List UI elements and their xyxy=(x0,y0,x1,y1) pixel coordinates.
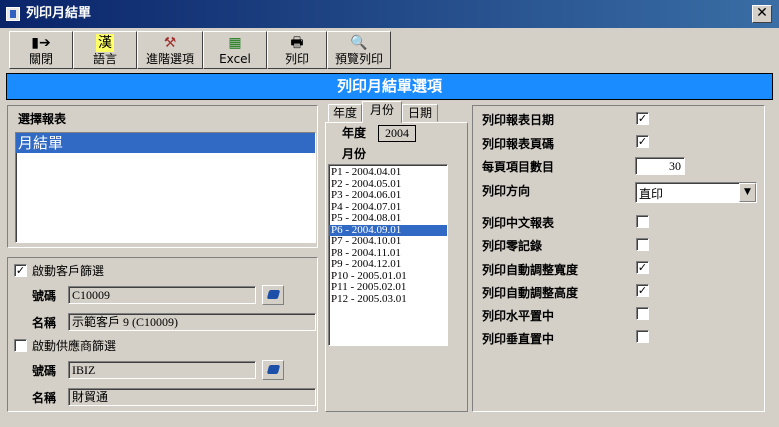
print-button-label: 列印 xyxy=(284,52,309,66)
h-center-checkbox[interactable] xyxy=(636,307,649,320)
zero-records-checkbox[interactable] xyxy=(636,238,649,251)
period-list-item[interactable]: P5 - 2004.08.01 xyxy=(329,212,447,225)
period-list-item[interactable]: P9 - 2004.12.01 xyxy=(329,258,447,271)
tools-icon: ⚒ xyxy=(163,35,177,51)
language-icon: 漢 xyxy=(96,34,114,52)
excel-button-label: Excel xyxy=(219,52,251,66)
close-window-button[interactable]: ✕ xyxy=(752,5,772,23)
year-field[interactable]: 2004 xyxy=(378,125,416,142)
auto-height-checkbox[interactable]: ✓ xyxy=(636,284,649,297)
month-label: 月份 xyxy=(342,147,367,161)
close-icon: ✕ xyxy=(756,5,768,21)
printer-icon: 🖶 xyxy=(290,35,304,51)
language-button[interactable]: 漢 語言 xyxy=(73,31,137,69)
auto-height-label: 列印自動調整高度 xyxy=(482,286,579,300)
supplier-name-label: 名稱 xyxy=(32,391,57,405)
v-center-label: 列印垂直置中 xyxy=(482,332,555,346)
window-title: 列印月結單 xyxy=(26,6,92,21)
items-per-page-field[interactable]: 30 xyxy=(635,157,685,175)
tab-month[interactable]: 月份 xyxy=(362,101,402,123)
title-bar xyxy=(0,0,779,28)
zero-records-label: 列印零記錄 xyxy=(482,239,543,253)
items-per-page-label: 每頁項目數目 xyxy=(482,160,555,174)
print-page-label: 列印報表頁碼 xyxy=(482,137,555,151)
chinese-report-label: 列印中文報表 xyxy=(482,216,555,230)
report-label: 選擇報表 xyxy=(18,112,67,126)
app-icon xyxy=(6,7,20,21)
chevron-down-icon[interactable]: ▼ xyxy=(739,183,756,202)
print-date-checkbox[interactable]: ✓ xyxy=(636,112,649,125)
close-button-label: 關閉 xyxy=(28,52,53,66)
customer-name-label: 名稱 xyxy=(32,316,57,330)
tab-year[interactable]: 年度 xyxy=(328,104,362,122)
period-list-item[interactable]: P12 - 2005.03.01 xyxy=(329,293,447,306)
supplier-filter-checkbox[interactable] xyxy=(14,339,27,352)
tab-date[interactable]: 日期 xyxy=(402,104,438,122)
advanced-options-button[interactable]: ⚒ 進階選項 xyxy=(137,31,203,69)
print-page-checkbox[interactable]: ✓ xyxy=(636,135,649,148)
period-list-item[interactable]: P3 - 2004.06.01 xyxy=(329,189,447,202)
orientation-value: 直印 xyxy=(639,187,664,201)
orientation-select[interactable]: 直印 ▼ xyxy=(635,182,757,203)
customer-name-field[interactable]: 示範客戶 9 (C10009) xyxy=(68,313,316,331)
excel-button[interactable]: ▦ Excel xyxy=(203,31,267,69)
supplier-name-field[interactable]: 財貿通 xyxy=(68,388,316,406)
print-preview-button[interactable]: 🔍 預覽列印 xyxy=(327,31,391,69)
auto-width-checkbox[interactable]: ✓ xyxy=(636,261,649,274)
supplier-lookup-button[interactable] xyxy=(262,360,284,380)
language-button-label: 語言 xyxy=(92,52,117,66)
supplier-filter-label: 啟動供應商篩選 xyxy=(32,339,117,353)
auto-width-label: 列印自動調整寬度 xyxy=(482,263,579,277)
report-list[interactable]: 月結單 xyxy=(15,132,316,243)
customer-filter-checkbox[interactable]: ✓ xyxy=(14,264,27,277)
preview-icon: 🔍 xyxy=(350,35,368,51)
supplier-code-field[interactable]: IBIZ xyxy=(68,361,256,379)
period-list-item[interactable]: P7 - 2004.10.01 xyxy=(329,235,447,248)
customer-filter-label: 啟動客戶篩選 xyxy=(32,264,105,278)
period-list-item[interactable]: P1 - 2004.04.01 xyxy=(329,166,447,179)
supplier-code-label: 號碼 xyxy=(32,364,57,378)
chinese-report-checkbox[interactable] xyxy=(636,215,649,228)
year-label: 年度 xyxy=(342,126,367,140)
close-button[interactable]: ▮➔ 關閉 xyxy=(9,31,73,69)
customer-lookup-button[interactable] xyxy=(262,285,284,305)
print-button[interactable]: 🖶 列印 xyxy=(267,31,327,69)
v-center-checkbox[interactable] xyxy=(636,330,649,343)
print-date-label: 列印報表日期 xyxy=(482,113,555,127)
orientation-label: 列印方向 xyxy=(482,184,531,198)
print-preview-label: 預覽列印 xyxy=(334,52,383,66)
excel-icon: ▦ xyxy=(228,35,242,51)
report-list-item[interactable]: 月結單 xyxy=(16,133,315,153)
period-list[interactable]: P1 - 2004.04.01 P2 - 2004.05.01 P3 - 2004.… xyxy=(328,164,448,346)
period-list-item[interactable]: P11 - 2005.02.01 xyxy=(329,281,447,294)
advanced-options-label: 進階選項 xyxy=(145,52,194,66)
customer-code-label: 號碼 xyxy=(32,289,57,303)
h-center-label: 列印水平置中 xyxy=(482,309,555,323)
section-banner: 列印月結單選項 xyxy=(6,73,773,100)
customer-code-field[interactable]: C10009 xyxy=(68,286,256,304)
door-exit-icon: ▮➔ xyxy=(31,35,51,51)
